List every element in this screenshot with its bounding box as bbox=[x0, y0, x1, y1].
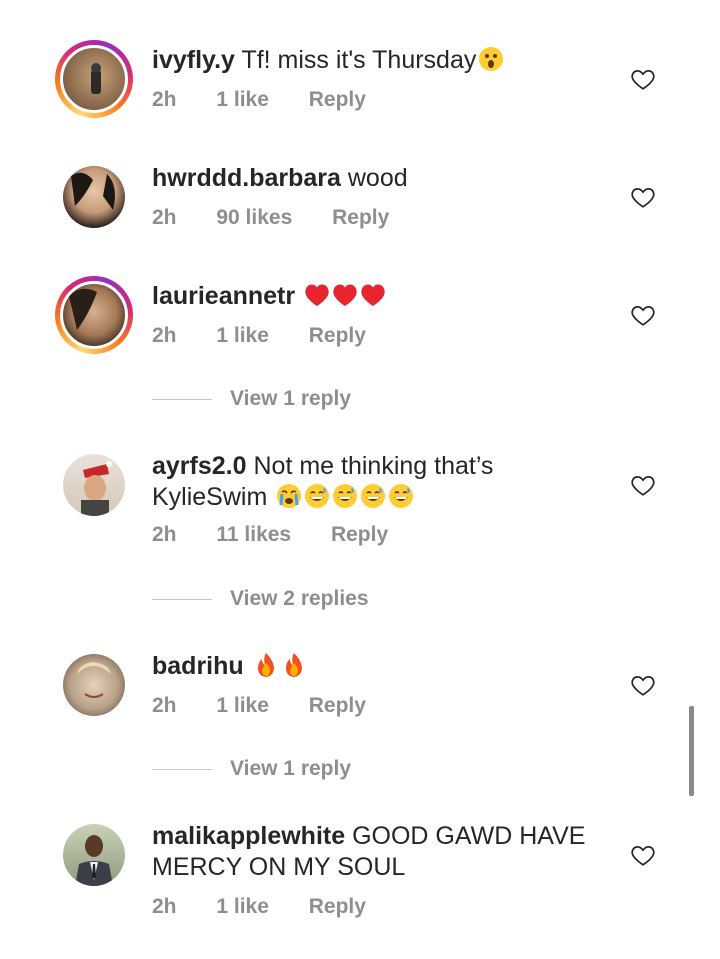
view-replies-label[interactable]: View 2 replies bbox=[230, 587, 369, 611]
comment-body-line2: MERCY ON MY SOUL bbox=[152, 853, 406, 881]
grinning-sweat-emoji-icon bbox=[389, 484, 414, 508]
avatar[interactable] bbox=[55, 158, 133, 236]
timestamp: 2h bbox=[152, 206, 177, 229]
grinning-sweat-emoji-icon bbox=[361, 484, 386, 508]
timestamp: 2h bbox=[152, 694, 177, 717]
grinning-sweat-emoji-icon bbox=[305, 484, 330, 508]
avatar[interactable] bbox=[55, 40, 133, 118]
reply-button[interactable]: Reply bbox=[332, 206, 389, 229]
view-replies-label[interactable]: View 1 reply bbox=[230, 387, 351, 411]
grinning-sweat-emoji-icon bbox=[333, 484, 358, 508]
divider bbox=[152, 398, 212, 400]
avatar[interactable] bbox=[55, 646, 133, 724]
comment-text: hwrddd.barbara wood bbox=[152, 163, 592, 194]
red-heart-emoji-icon bbox=[333, 284, 357, 306]
avatar-photo-icon bbox=[75, 835, 113, 886]
avatar-photo-icon bbox=[69, 288, 97, 330]
comment-body: Not me thinking that’s bbox=[253, 452, 494, 480]
fire-emoji-icon bbox=[285, 653, 302, 677]
heart-icon[interactable] bbox=[630, 302, 656, 328]
comment-body-line2: KylieSwim bbox=[152, 483, 268, 511]
likes-count[interactable]: 1 like bbox=[216, 694, 269, 717]
comment-body: Tf! miss it's Thursday bbox=[241, 46, 477, 74]
divider bbox=[152, 768, 212, 770]
comment-meta: 2h 1 like Reply bbox=[152, 895, 400, 919]
heart-icon[interactable] bbox=[630, 672, 656, 698]
reply-button[interactable]: Reply bbox=[331, 523, 388, 546]
likes-count[interactable]: 1 like bbox=[216, 88, 269, 111]
timestamp: 2h bbox=[152, 895, 177, 918]
reply-button[interactable]: Reply bbox=[309, 694, 366, 717]
comment-meta: 2h 1 like Reply bbox=[152, 324, 400, 348]
view-replies-label[interactable]: View 1 reply bbox=[230, 757, 351, 781]
heart-icon[interactable] bbox=[630, 184, 656, 210]
heart-icon[interactable] bbox=[630, 842, 656, 868]
likes-count[interactable]: 1 like bbox=[216, 324, 269, 347]
likes-count[interactable]: 90 likes bbox=[216, 206, 292, 229]
scrollbar[interactable] bbox=[689, 706, 694, 796]
username[interactable]: laurieannetr bbox=[152, 282, 295, 310]
username[interactable]: malikapplewhite bbox=[152, 822, 345, 850]
timestamp: 2h bbox=[152, 324, 177, 347]
comment-meta: 2h 1 like Reply bbox=[152, 88, 400, 112]
reply-button[interactable]: Reply bbox=[309, 895, 366, 918]
username[interactable]: ayrfs2.0 bbox=[152, 452, 247, 480]
comment-body: wood bbox=[347, 164, 408, 192]
comment-body: GOOD GAWD HAVE bbox=[352, 822, 586, 850]
view-replies-button[interactable]: View 1 reply bbox=[152, 387, 351, 411]
comment-meta: 2h 1 like Reply bbox=[152, 694, 400, 718]
reply-button[interactable]: Reply bbox=[309, 88, 366, 111]
timestamp: 2h bbox=[152, 523, 177, 546]
crying-face-emoji-icon bbox=[277, 484, 302, 508]
comment-meta: 2h 11 likes Reply bbox=[152, 523, 422, 547]
divider bbox=[152, 598, 212, 600]
comment-text: badrihu bbox=[152, 651, 592, 682]
avatar-photo-icon bbox=[71, 172, 115, 210]
likes-count[interactable]: 1 like bbox=[216, 895, 269, 918]
comment-text: laurieannetr bbox=[152, 281, 592, 312]
likes-count[interactable]: 11 likes bbox=[216, 523, 291, 546]
heart-icon[interactable] bbox=[630, 472, 656, 498]
view-replies-button[interactable]: View 1 reply bbox=[152, 757, 351, 781]
avatar[interactable] bbox=[55, 276, 133, 354]
view-replies-button[interactable]: View 2 replies bbox=[152, 587, 369, 611]
avatar-photo-icon bbox=[77, 662, 111, 698]
fire-emoji-icon bbox=[257, 653, 274, 677]
heart-icon[interactable] bbox=[630, 66, 656, 92]
comment-text: malikapplewhite GOOD GAWD HAVE MERCY ON … bbox=[152, 821, 592, 883]
comment-text: ivyfly.y Tf! miss it's Thursday bbox=[152, 45, 592, 76]
reply-button[interactable]: Reply bbox=[309, 324, 366, 347]
avatar[interactable] bbox=[55, 446, 133, 524]
comment-meta: 2h 90 likes Reply bbox=[152, 206, 423, 230]
red-heart-emoji-icon bbox=[305, 284, 329, 306]
comment-text: ayrfs2.0 Not me thinking that’s KylieSwi… bbox=[152, 451, 592, 513]
avatar-photo-icon bbox=[81, 461, 112, 516]
red-heart-emoji-icon bbox=[361, 284, 385, 306]
hushed-face-emoji-icon bbox=[479, 47, 504, 71]
avatar[interactable] bbox=[55, 816, 133, 894]
avatar-photo-icon bbox=[91, 63, 101, 94]
username[interactable]: badrihu bbox=[152, 652, 244, 680]
username[interactable]: ivyfly.y bbox=[152, 46, 235, 74]
timestamp: 2h bbox=[152, 88, 177, 111]
username[interactable]: hwrddd.barbara bbox=[152, 164, 341, 192]
